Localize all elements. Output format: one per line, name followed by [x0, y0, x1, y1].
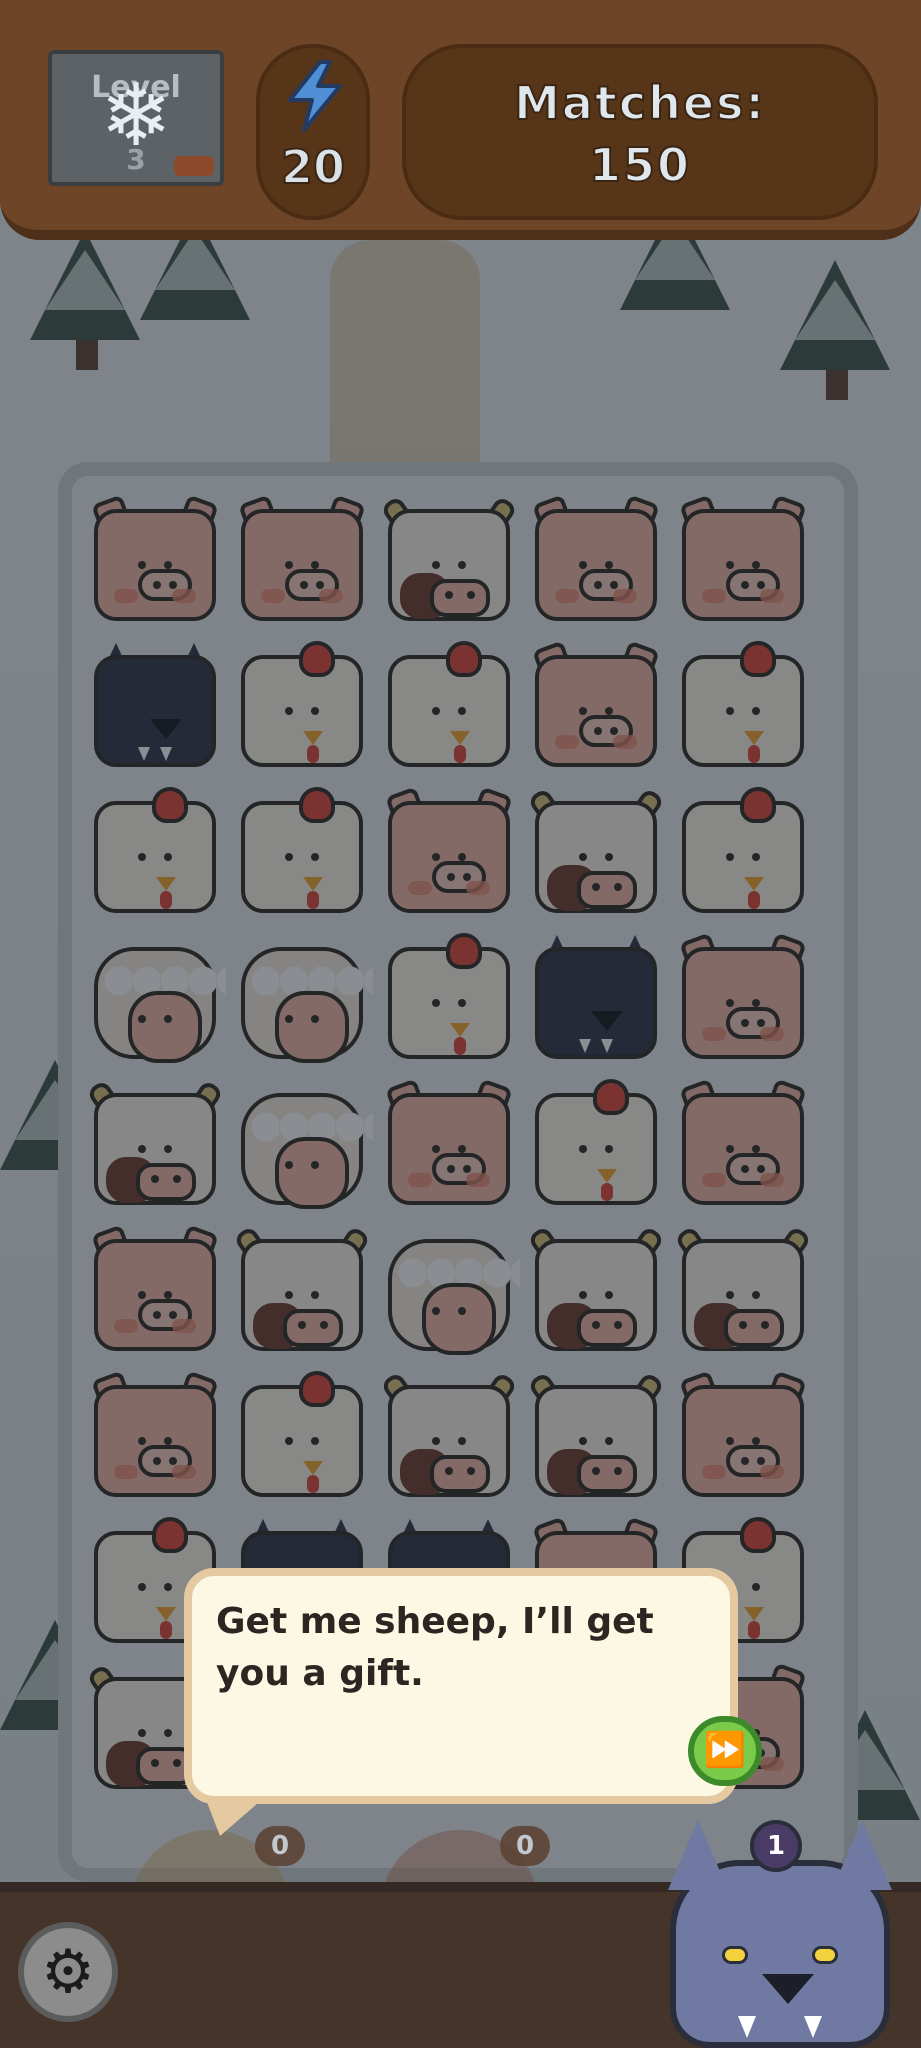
wolf-character: 1: [660, 1820, 900, 2048]
level-badge: Level ❄ 3: [48, 50, 224, 186]
wolf-fang-right: [804, 2016, 822, 2038]
dialog-text: Get me sheep, I’ll get you a gift.: [216, 1601, 654, 1694]
apple-booster-count: 0: [500, 1826, 550, 1866]
speech-bubble[interactable]: Get me sheep, I’ll get you a gift.: [184, 1568, 738, 1804]
wolf-fang-left: [738, 2016, 756, 2038]
wolf-ear-left: [668, 1820, 728, 1890]
matches-label: Matches:: [513, 75, 766, 131]
settings-button[interactable]: ⚙: [18, 1922, 118, 2022]
energy-counter: 20: [256, 44, 370, 220]
wolf-nose: [762, 1974, 814, 2004]
matches-counter: Matches: 150: [402, 44, 878, 220]
wolf-eye-right: [812, 1946, 838, 1964]
wolf-eye-left: [722, 1946, 748, 1964]
matches-value: 150: [588, 137, 692, 193]
lightning-icon: [288, 60, 342, 132]
level-number: 3: [126, 143, 146, 176]
fast-forward-icon: ⏩: [703, 1730, 747, 1770]
skip-dialog-button[interactable]: ⏩: [688, 1716, 762, 1786]
wolf-level-badge: 1: [750, 1820, 802, 1872]
energy-value: 20: [280, 139, 346, 195]
gear-icon: ⚙: [41, 1937, 95, 2007]
top-bar: Level ❄ 3 20 Matches: 150: [0, 0, 921, 240]
wolf-ear-right: [832, 1820, 892, 1890]
